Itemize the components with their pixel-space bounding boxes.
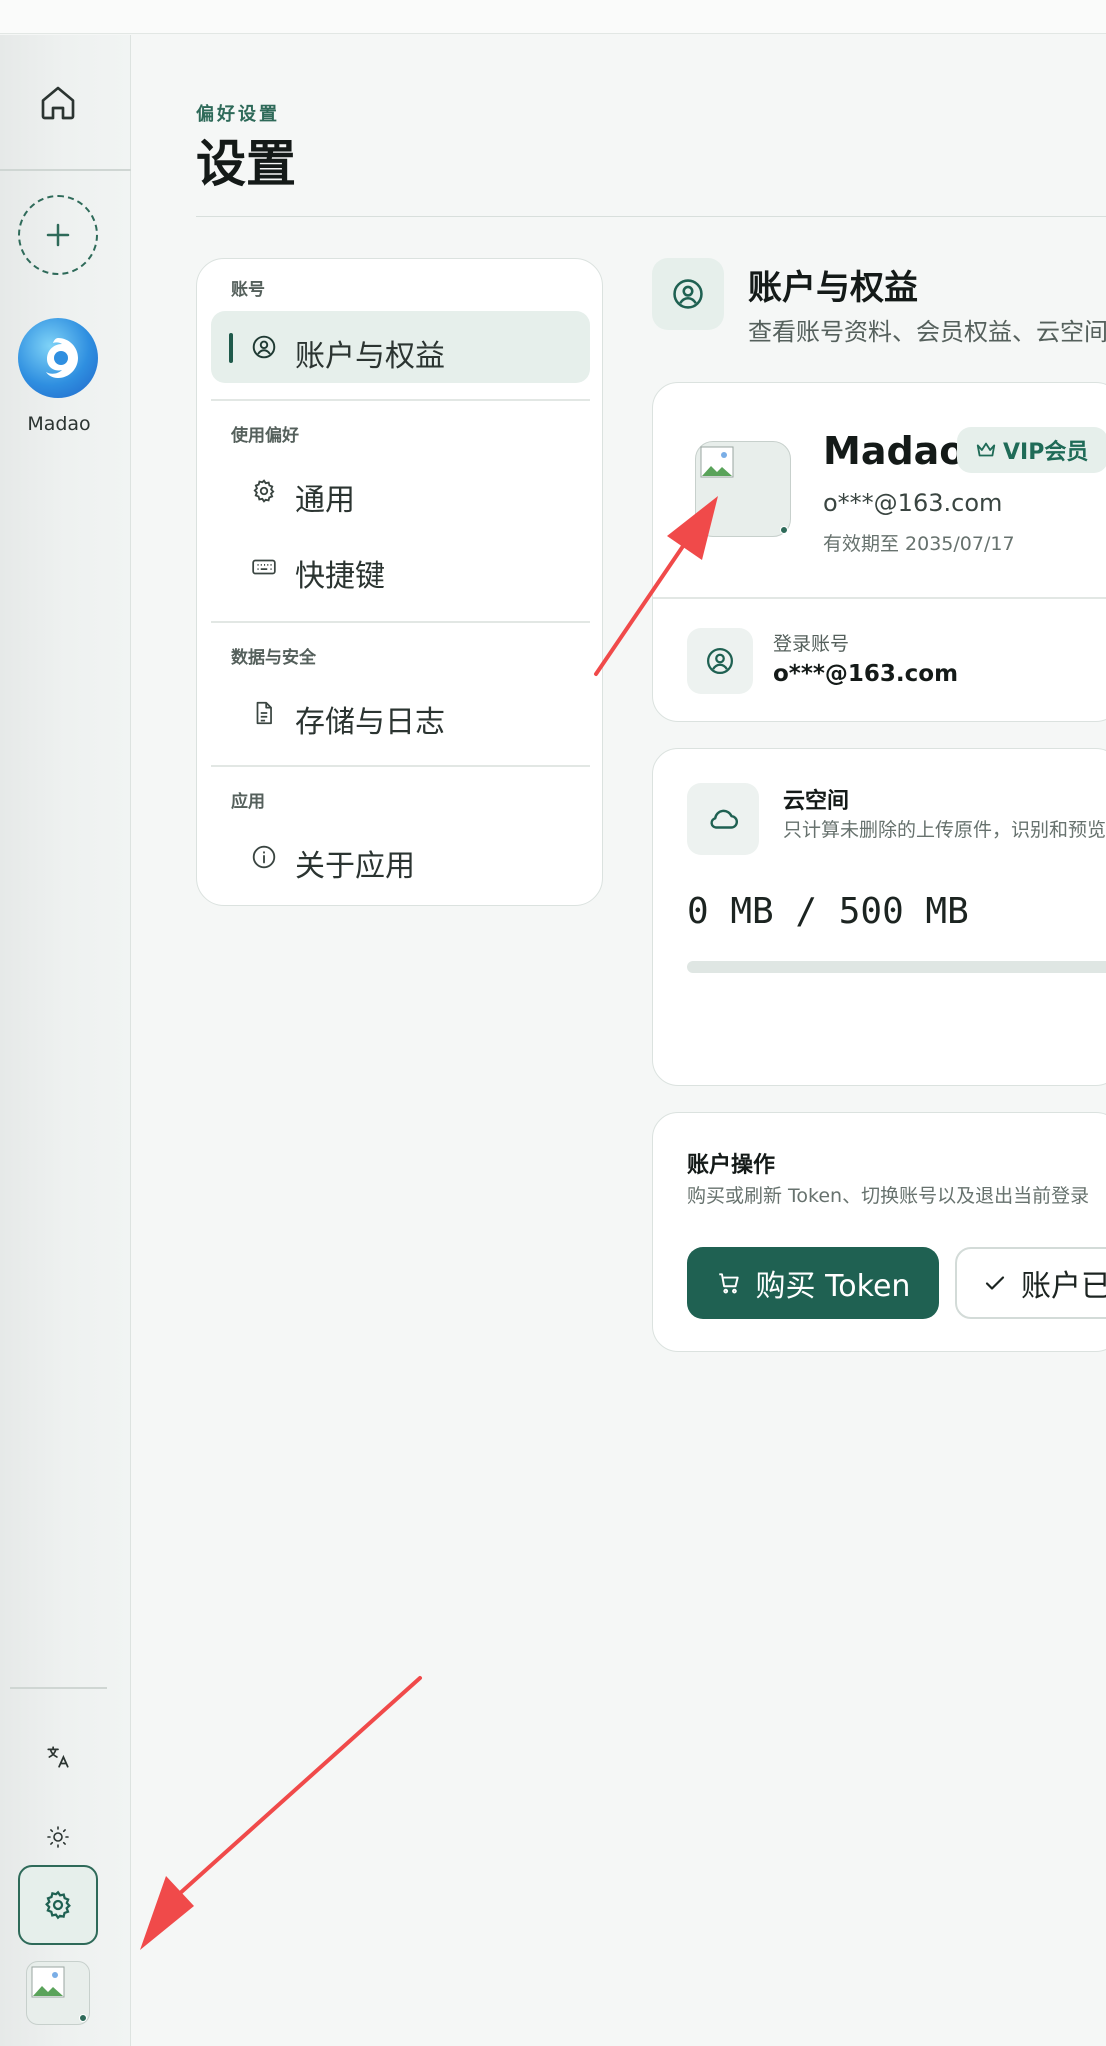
cloud-storage-description: 只计算未删除的上传原件，识别和预览 xyxy=(783,819,1106,841)
cloud-storage-title: 云空间 xyxy=(783,789,850,814)
keyboard-icon xyxy=(252,559,276,575)
account-status-label: 账户已 xyxy=(1021,1269,1106,1304)
settings-nav: 账号 账户与权益 使用偏好 通用 快捷键 数据与安全 存储与日志 应用 关于应用 xyxy=(196,258,603,906)
cloud-icon xyxy=(710,809,738,829)
buy-token-label: 购买 Token xyxy=(755,1269,911,1304)
cloud-storage-progress xyxy=(687,961,1106,973)
nav-divider xyxy=(211,765,590,767)
active-indicator xyxy=(229,333,233,363)
vip-badge: VIP会员 xyxy=(957,427,1106,473)
nav-section-app: 应用 xyxy=(231,792,265,812)
section-icon xyxy=(652,258,724,330)
user-circle-icon xyxy=(707,648,733,674)
section-title: 账户与权益 xyxy=(748,268,918,308)
nav-item-general[interactable]: 通用 xyxy=(211,455,590,527)
gear-icon xyxy=(45,1890,71,1920)
login-icon-box xyxy=(687,628,753,694)
document-icon xyxy=(256,701,272,725)
online-status-dot xyxy=(780,526,788,534)
nav-section-account: 账号 xyxy=(231,280,265,300)
vip-badge-label: VIP会员 xyxy=(1003,440,1089,465)
app-madao-button[interactable] xyxy=(18,318,98,398)
user-circle-icon xyxy=(673,279,703,309)
header-divider xyxy=(196,216,1106,217)
section-description: 查看账号资料、会员权益、云空间 xyxy=(748,318,1106,346)
language-button[interactable] xyxy=(36,1735,80,1779)
online-status-dot xyxy=(79,2014,87,2022)
home-button[interactable] xyxy=(36,81,80,125)
crown-icon xyxy=(976,442,996,457)
card-divider xyxy=(653,597,1106,599)
nav-divider xyxy=(211,621,590,623)
annotation-arrow-avatar xyxy=(140,1676,422,1950)
profile-email: o***@163.com xyxy=(823,489,1003,517)
membership-expiry: 有效期至 2035/07/17 xyxy=(823,533,1015,555)
nav-section-preferences: 使用偏好 xyxy=(231,426,299,446)
cloud-storage-card: 云空间 只计算未删除的上传原件，识别和预览 0 MB / 500 MB xyxy=(652,748,1106,1086)
nav-item-shortcuts[interactable]: 快捷键 xyxy=(211,531,590,603)
sun-icon xyxy=(47,1826,69,1848)
rail-divider xyxy=(0,169,131,171)
rail-bottom-divider xyxy=(10,1687,107,1689)
nav-item-label: 快捷键 xyxy=(295,559,385,594)
broken-image-icon xyxy=(700,446,734,478)
nav-item-label: 账户与权益 xyxy=(295,339,445,374)
info-icon xyxy=(252,845,276,869)
gear-icon xyxy=(253,479,275,503)
page-eyebrow: 偏好设置 xyxy=(196,104,280,125)
nav-item-account-benefits[interactable]: 账户与权益 xyxy=(211,311,590,383)
account-operations-description: 购买或刷新 Token、切换账号以及退出当前登录 xyxy=(687,1185,1090,1207)
login-account-label: 登录账号 xyxy=(773,633,850,655)
window-top-bar xyxy=(0,0,1106,34)
nav-item-storage-logs[interactable]: 存储与日志 xyxy=(211,677,590,749)
plus-icon xyxy=(46,223,70,247)
translate-icon xyxy=(47,1746,69,1768)
nav-item-label: 关于应用 xyxy=(295,849,415,884)
account-operations-card: 账户操作 购买或刷新 Token、切换账号以及退出当前登录 购买 Token 账… xyxy=(652,1112,1106,1352)
settings-button[interactable] xyxy=(18,1865,98,1945)
user-avatar-button[interactable] xyxy=(26,1961,90,2025)
buy-token-button[interactable]: 购买 Token xyxy=(687,1247,939,1319)
account-operations-title: 账户操作 xyxy=(687,1153,776,1178)
check-icon xyxy=(985,1276,1005,1290)
left-rail: Madao xyxy=(0,35,131,2046)
login-account-value: o***@163.com xyxy=(773,661,959,687)
add-app-button[interactable] xyxy=(18,195,98,275)
nav-item-about[interactable]: 关于应用 xyxy=(211,821,590,893)
account-status-button[interactable]: 账户已 xyxy=(955,1247,1106,1319)
cart-icon xyxy=(718,1273,739,1294)
profile-name: Madao xyxy=(823,429,966,473)
nav-item-label: 通用 xyxy=(295,483,355,518)
broken-image-icon xyxy=(31,1966,65,1998)
nav-divider xyxy=(211,399,590,401)
cloud-storage-usage: 0 MB / 500 MB xyxy=(687,891,969,932)
profile-avatar[interactable] xyxy=(695,441,791,537)
user-circle-icon xyxy=(252,335,276,359)
nav-section-data-security: 数据与安全 xyxy=(231,648,316,668)
page-title: 设置 xyxy=(196,135,296,193)
madao-logo-icon xyxy=(46,338,78,378)
theme-button[interactable] xyxy=(36,1815,80,1859)
nav-item-label: 存储与日志 xyxy=(295,705,445,740)
home-icon xyxy=(41,86,75,120)
cloud-icon-box xyxy=(687,783,759,855)
profile-card: Madao VIP会员 o***@163.com 有效期至 2035/07/17… xyxy=(652,382,1106,722)
app-label: Madao xyxy=(27,413,91,435)
